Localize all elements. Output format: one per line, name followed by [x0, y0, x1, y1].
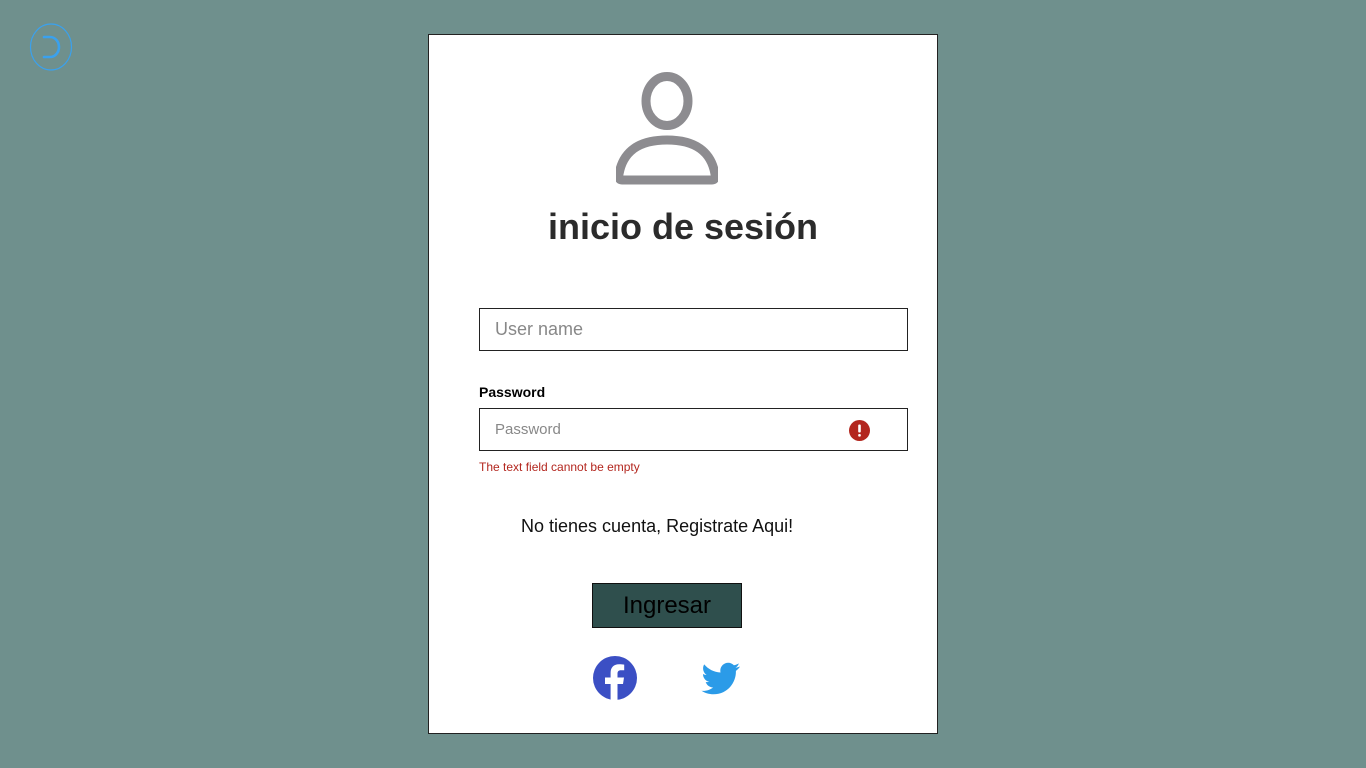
username-input[interactable]: [480, 308, 907, 351]
login-card: inicio de sesión Password The text field…: [428, 34, 938, 734]
back-button[interactable]: [29, 23, 73, 71]
register-link[interactable]: No tienes cuenta, Registrate Aqui!: [521, 516, 793, 537]
username-field[interactable]: [479, 308, 908, 351]
password-input[interactable]: [480, 408, 847, 451]
page-title: inicio de sesión: [547, 206, 819, 247]
password-label: Password: [479, 384, 546, 400]
error-alert-icon: [849, 420, 870, 441]
user-avatar-icon: [616, 72, 718, 185]
password-error-message: The text field cannot be empty: [479, 460, 640, 474]
twitter-icon[interactable]: [700, 657, 742, 703]
password-field[interactable]: [479, 408, 908, 451]
login-button[interactable]: Ingresar: [592, 583, 742, 628]
refresh-back-icon: [29, 23, 73, 71]
facebook-icon[interactable]: [591, 654, 639, 704]
